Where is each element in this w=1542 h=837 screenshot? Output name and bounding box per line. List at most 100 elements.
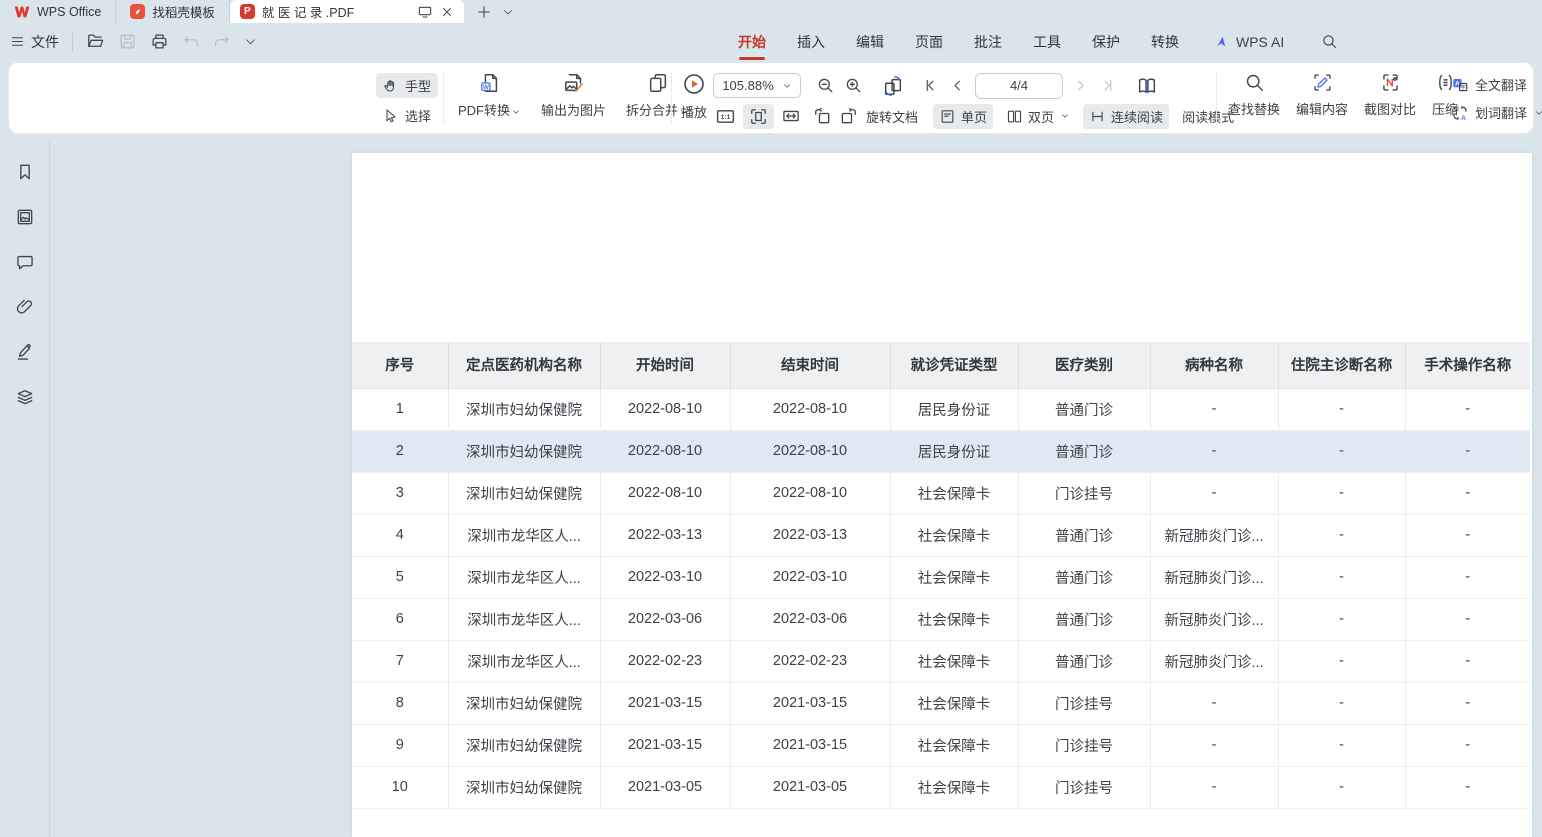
fit-page-button[interactable] [743, 104, 774, 129]
zoom-in-icon[interactable] [844, 76, 863, 95]
col-header: 病种名称 [1150, 342, 1278, 388]
table-cell: 社会保障卡 [890, 598, 1018, 640]
export-image-button[interactable]: 输出为图片 [541, 63, 606, 119]
monitor-icon[interactable] [417, 4, 433, 20]
table-cell: 深圳市妇幼保健院 [448, 388, 600, 430]
word-translate-button[interactable]: 字A 划词翻译 [1449, 102, 1542, 123]
col-header: 结束时间 [730, 342, 890, 388]
tab-wps-office[interactable]: WPS Office [0, 0, 116, 23]
wps-logo-icon [14, 5, 30, 19]
divider [443, 72, 444, 124]
new-tab-icon[interactable] [476, 4, 492, 20]
first-page-icon[interactable] [923, 77, 940, 94]
prev-page-icon[interactable] [949, 77, 966, 94]
table-cell: - [1405, 388, 1530, 430]
menu-home[interactable]: 开始 [737, 26, 767, 58]
attachments-panel-button[interactable] [12, 294, 38, 320]
read-mode-label[interactable]: 阅读模式 [1182, 107, 1234, 126]
tab-document-pdf[interactable]: P 就 医 记 录 .PDF [230, 0, 464, 23]
tab-docer-templates[interactable]: 找稻壳模板 [116, 0, 230, 23]
edit-content-button[interactable]: 编辑内容 [1296, 63, 1348, 118]
table-cell: 10 [352, 766, 448, 808]
rotate-right-icon[interactable] [839, 106, 859, 126]
table-cell: 深圳市龙华区人... [448, 640, 600, 682]
save-icon[interactable] [118, 32, 137, 51]
single-page-button[interactable]: 单页 [933, 104, 993, 129]
rotate-pages-icon[interactable] [882, 75, 904, 97]
menu-edit[interactable]: 编辑 [855, 26, 885, 58]
table-cell: 2022-08-10 [730, 430, 890, 472]
thumbnails-panel-button[interactable] [12, 204, 38, 230]
continuous-read-button[interactable]: 连续阅读 [1083, 104, 1169, 129]
screenshot-compare-button[interactable]: 截图对比 [1364, 63, 1416, 118]
double-page-button[interactable]: 双页 [1000, 104, 1076, 129]
tab-label: 找稻壳模板 [152, 2, 215, 21]
last-page-icon[interactable] [1098, 77, 1115, 94]
hand-tool-button[interactable]: 手型 [376, 73, 438, 98]
rotate-doc-label[interactable]: 旋转文档 [866, 107, 918, 126]
comments-panel-button[interactable] [12, 249, 38, 275]
fit-width-icon[interactable] [781, 106, 801, 126]
select-tool-label: 选择 [405, 106, 431, 125]
split-merge-button[interactable]: 拆分合并 [626, 63, 689, 119]
table-cell: - [1405, 766, 1530, 808]
undo-icon[interactable] [182, 33, 200, 51]
open-file-icon[interactable] [86, 32, 105, 51]
layers-panel-button[interactable] [12, 384, 38, 410]
wps-ai-button[interactable]: WPS AI [1215, 34, 1284, 50]
table-cell: 门诊挂号 [1018, 724, 1150, 766]
menu-insert[interactable]: 插入 [796, 26, 826, 58]
table-cell: 5 [352, 556, 448, 598]
menu-search-icon[interactable] [1321, 33, 1338, 50]
table-cell: 9 [352, 724, 448, 766]
select-tool-button[interactable]: 选择 [376, 103, 438, 128]
menu-convert[interactable]: 转换 [1150, 26, 1180, 58]
menu-pages[interactable]: 页面 [914, 26, 944, 58]
print-icon[interactable] [150, 32, 169, 51]
col-header: 就诊凭证类型 [890, 342, 1018, 388]
close-tab-icon[interactable] [440, 5, 454, 19]
bookmarks-panel-button[interactable] [12, 159, 38, 185]
table-cell: 2022-03-06 [730, 598, 890, 640]
menu-tools[interactable]: 工具 [1032, 26, 1062, 58]
zoom-level-value: 105.88% [722, 78, 773, 93]
full-translate-button[interactable]: A字 全文翻译 [1449, 74, 1542, 95]
table-cell: 2021-03-05 [730, 766, 890, 808]
zoom-level-select[interactable]: 105.88% [713, 73, 801, 98]
table-cell: - [1278, 598, 1405, 640]
table-cell: 2022-03-10 [600, 556, 730, 598]
col-header: 定点医药机构名称 [448, 342, 600, 388]
table-cell: 普通门诊 [1018, 640, 1150, 682]
single-page-label: 单页 [961, 107, 987, 126]
wps-ai-logo-icon [1215, 34, 1231, 49]
chevron-down-icon [1534, 108, 1542, 118]
table-cell: 新冠肺炎门诊... [1150, 598, 1278, 640]
menu-protect[interactable]: 保护 [1091, 26, 1121, 58]
menu-comment[interactable]: 批注 [973, 26, 1003, 58]
table-cell: 深圳市妇幼保健院 [448, 724, 600, 766]
play-button[interactable]: 播放 [681, 63, 707, 121]
tab-list-chevron-icon[interactable] [502, 6, 514, 18]
read-mode-book-icon[interactable] [1136, 75, 1158, 97]
signature-panel-button[interactable] [12, 339, 38, 365]
table-cell: - [1150, 388, 1278, 430]
pdf-convert-button[interactable]: W PDF转换 [458, 63, 521, 119]
actual-size-icon[interactable]: 1:1 [715, 106, 736, 127]
ribbon-toolbar: 手型 选择 W PDF转换 输出为图片 拆分合并 播放 105.88% [8, 62, 1534, 134]
table-cell: - [1278, 556, 1405, 598]
more-commands-chevron-icon[interactable] [244, 35, 257, 48]
rotate-left-icon[interactable] [812, 106, 832, 126]
find-replace-button[interactable]: 查找替换 [1228, 63, 1280, 118]
next-page-icon[interactable] [1072, 77, 1089, 94]
file-menu-button[interactable]: 文件 [10, 32, 59, 52]
table-cell: 2022-03-13 [600, 514, 730, 556]
zoom-out-icon[interactable] [816, 76, 835, 95]
redo-icon[interactable] [213, 33, 231, 51]
table-cell: 社会保障卡 [890, 724, 1018, 766]
edit-content-label: 编辑内容 [1296, 99, 1348, 118]
table-cell: 2022-03-10 [730, 556, 890, 598]
page-number-input[interactable]: 4/4 [975, 73, 1063, 99]
comment-icon [15, 252, 35, 272]
docer-icon [130, 4, 145, 19]
pdf-page[interactable]: 序号 定点医药机构名称 开始时间 结束时间 就诊凭证类型 医疗类别 病种名称 住… [352, 153, 1532, 837]
